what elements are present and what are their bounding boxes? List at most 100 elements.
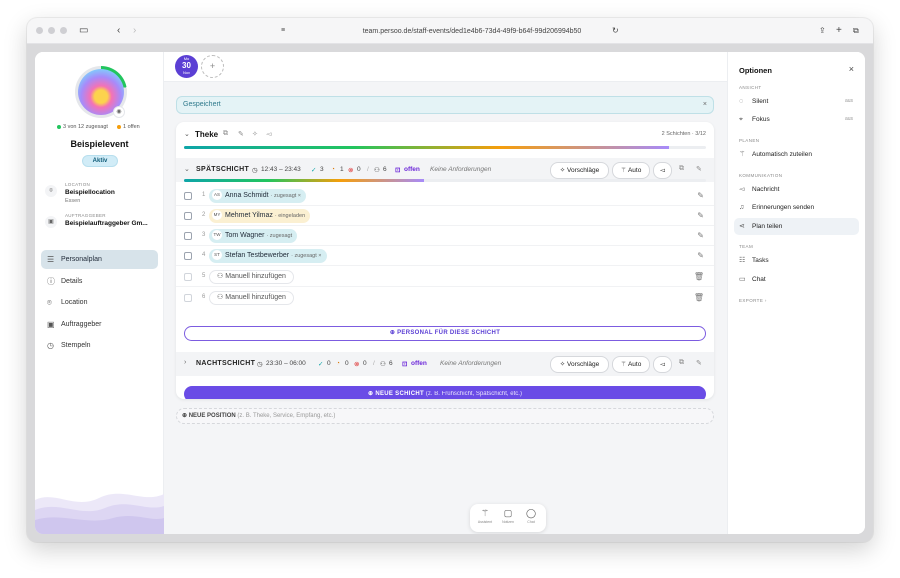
shift-header-nachtschicht[interactable]: › NACHTSCHICHT ◷ 23:30 – 06:00 ✓ 0 ◔ 0 ⊗… [176,352,714,376]
tabs-overview-icon[interactable]: ⧉ [853,24,859,38]
trash-icon[interactable]: 🗑 [694,293,704,302]
staff-name: Mehmet Yilmaz [225,212,273,219]
edit-icon[interactable]: ✎ [697,211,704,220]
staff-row[interactable]: 3 TW Tom Wagner · zugesagt ✎ [176,226,714,246]
saved-banner: Gespeichert × [176,96,714,114]
notes-button[interactable]: ▢ Notizen [497,508,519,524]
section-exporte[interactable]: EXPORTE › [739,298,767,303]
person-add-icon: ⚇ [217,294,226,301]
empty-row[interactable]: 6 ⚇ Manuell hinzufügen 🗑 [176,288,714,308]
tasks-icon: ☷ [739,257,746,264]
announce-button[interactable]: ◅ [653,162,672,179]
staff-chip[interactable]: MY Mehmet Yilmaz · eingeladen [209,209,311,223]
option-label: Nachricht [752,186,780,193]
megaphone-icon[interactable]: ◅ [266,130,271,138]
staff-chip[interactable]: TW Tom Wagner · zugesagt [209,229,298,243]
magic-wand-icon[interactable]: ✧ [252,130,258,138]
sparkle-icon: ✧ [559,361,568,368]
staff-row[interactable]: 2 MY Mehmet Yilmaz · eingeladen ✎ [176,206,714,226]
nav-auftraggeber[interactable]: ▣ Auftraggeber [41,315,158,334]
chevron-down-icon[interactable]: ⌄ [184,165,190,173]
nav-stempeln[interactable]: ◷ Stempeln [41,336,158,355]
staff-chip[interactable]: AS Anna Schmidt · zugesagt × [209,189,307,203]
option-label: Plan teilen [752,223,783,230]
add-manual-label: Manuell hinzufügen [225,273,286,280]
suggestions-button[interactable]: ✧ Vorschläge [550,162,609,179]
new-tab-icon[interactable]: + [836,24,842,38]
announce-button[interactable]: ◅ [653,356,672,373]
edit-icon[interactable]: ✎ [238,130,244,138]
close-window-button[interactable] [36,27,43,34]
trash-icon[interactable]: 🗑 [694,272,704,281]
add-day-button[interactable]: + [201,55,224,78]
copy-icon[interactable]: ⧉ [679,165,684,173]
row-checkbox[interactable] [184,232,192,240]
close-icon[interactable]: × [703,97,707,113]
day-chip[interactable]: Mo 30 Nov [175,55,198,78]
row-checkbox[interactable] [184,192,192,200]
edit-icon[interactable]: ✎ [697,231,704,240]
chevron-right-icon[interactable]: › [184,359,186,366]
person-icon: ☰ [47,255,55,264]
add-staff-button[interactable]: ⊕ PERSONAL FÜR DIESE SCHICHT [184,326,706,341]
nav-personalplan[interactable]: ☰ Personalplan [41,250,158,269]
copy-icon[interactable]: ⧉ [223,130,228,138]
nav-location[interactable]: ⌾ Location [41,293,158,312]
minimize-window-button[interactable] [48,27,55,34]
auto-button[interactable]: ⚚ Auto [612,356,650,373]
address-bar[interactable]: team.persoo.de/staff-events/ded1e4b6-73d… [287,24,657,39]
row-number: 3 [202,232,206,238]
reader-icon[interactable]: ≡ [281,24,285,38]
option-chat[interactable]: ▭ Chat [734,271,859,288]
staff-chip[interactable]: ST Stefan Testbewerber · zugesagt × [209,249,327,263]
new-position-button[interactable]: ⊕ NEUE POSITION (z. B. Theke, Service, E… [176,408,714,424]
new-shift-button[interactable]: ⊕ NEUE SCHICHT (z. B. Frühschicht, Späts… [184,386,706,399]
edit-icon[interactable]: ✎ [697,191,704,200]
suggestions-button[interactable]: ✧ Vorschläge [550,356,609,373]
sparkle-icon: ✧ [559,167,568,174]
zoom-window-button[interactable] [60,27,67,34]
auto-button[interactable]: ⚚ Auto [612,162,650,179]
sidebar-toggle-icon[interactable]: ▭ [79,24,88,38]
position-header[interactable]: ⌄ Theke ⧉ ✎ ✧ ◅ 2 Schichten · 3/12 [176,122,714,148]
close-icon[interactable]: × [849,64,854,74]
row-checkbox[interactable] [184,273,192,281]
row-checkbox[interactable] [184,252,192,260]
add-manual-button[interactable]: ⚇ Manuell hinzufügen [209,291,294,305]
empty-row[interactable]: 5 ⚇ Manuell hinzufügen 🗑 [176,267,714,287]
edit-icon[interactable]: ✎ [696,165,702,173]
add-manual-button[interactable]: ⚇ Manuell hinzufügen [209,270,294,284]
option-share-plan[interactable]: ⋖ Plan teilen [734,218,859,235]
reload-icon[interactable]: ↻ [612,24,619,38]
row-checkbox[interactable] [184,212,192,220]
option-silent[interactable]: ◌ Silent aus [734,93,859,110]
row-number: 5 [202,273,206,279]
edit-icon[interactable]: ✎ [696,359,702,367]
assistant-button[interactable]: ⚚ Assistent [474,508,496,524]
stopwatch-icon: ◷ [47,341,54,350]
main-content: Mo 30 Nov + Gespeichert × ⌄ Theke ⧉ ✎ ✧ … [164,52,727,534]
copy-icon[interactable]: ⧉ [679,359,684,367]
event-sidebar: ◉ 3 von 12 zugesagt 1 offen Beispieleven… [35,52,164,534]
shift-people-count: 6 [383,166,387,173]
forward-icon[interactable]: › [133,24,136,38]
chevron-down-icon[interactable]: ⌄ [184,130,190,138]
back-icon[interactable]: ‹ [117,24,120,38]
option-fokus[interactable]: ⌖ Fokus aus [734,111,859,128]
option-message[interactable]: ◅ Nachricht [734,181,859,198]
staff-row[interactable]: 4 ST Stefan Testbewerber · zugesagt × ✎ [176,246,714,266]
option-reminders[interactable]: ♫ Erinnerungen senden [734,199,859,216]
share-icon[interactable]: ⇪ [819,24,826,38]
nav-details[interactable]: ⓘ Details [41,272,158,291]
option-auto-assign[interactable]: ⚚ Automatisch zuteilen [734,146,859,163]
chat-button[interactable]: ◯ Chat [520,508,542,524]
staff-row[interactable]: 1 AS Anna Schmidt · zugesagt × ✎ [176,186,714,206]
row-checkbox[interactable] [184,294,192,302]
location-meta[interactable]: ⌾ LOCATION Beispiellocation Essen [45,182,160,208]
option-label: Automatisch zuteilen [752,151,812,158]
option-tasks[interactable]: ☷ Tasks [734,252,859,269]
edit-icon[interactable]: ✎ [697,251,704,260]
camera-icon[interactable]: ◉ [113,106,125,118]
day-date: 30 [182,61,191,70]
client-meta[interactable]: ▣ AUFTRAGGEBER Beispielauftraggeber Gm..… [45,213,160,233]
